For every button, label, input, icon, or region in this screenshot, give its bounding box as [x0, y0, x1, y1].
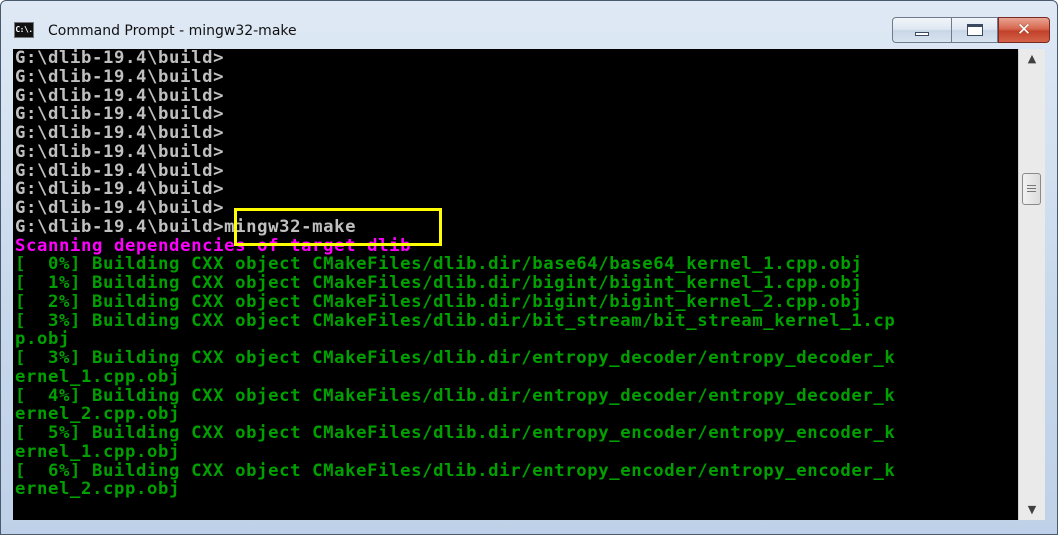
close-button[interactable]: ✕ — [998, 17, 1050, 43]
console-line: [ 0%] Building CXX object CMakeFiles/dli… — [15, 254, 863, 275]
console-line: [ 2%] Building CXX object CMakeFiles/dli… — [15, 291, 863, 312]
minimize-button[interactable] — [892, 17, 952, 43]
console-line: ernel_1.cpp.obj — [15, 441, 181, 462]
console-line: ernel_2.cpp.obj — [15, 479, 181, 500]
thumb-grip-line — [1027, 188, 1036, 189]
window-title: Command Prompt - mingw32-make — [48, 23, 297, 39]
console-line: ernel_2.cpp.obj — [15, 404, 181, 425]
console-line: [ 4%] Building CXX object CMakeFiles/dli… — [15, 385, 896, 406]
scrollbar-thumb[interactable] — [1022, 173, 1041, 205]
window-bottom-frame — [1, 520, 1057, 534]
console-line: [ 3%] Building CXX object CMakeFiles/dli… — [15, 348, 896, 368]
console-line: G:\dlib-19.4\build> — [15, 49, 225, 68]
console-line: [ 1%] Building CXX object CMakeFiles/dli… — [15, 273, 863, 293]
console-line: G:\dlib-19.4\build> — [15, 85, 225, 106]
console-app-icon[interactable]: C:\. — [14, 22, 34, 38]
thumb-grip-line — [1027, 185, 1036, 186]
console-output[interactable]: G:\dlib-19.4\build> G:\dlib-19.4\build> G:… — [13, 49, 1018, 520]
vertical-scrollbar[interactable]: ▲ ▼ — [1018, 49, 1045, 520]
console-lines: G:\dlib-19.4\build> G:\dlib-19.4\build> G:… — [15, 49, 1018, 499]
console-line: p.obj — [15, 329, 71, 350]
thumb-grip-line — [1027, 191, 1036, 192]
console-line: G:\dlib-19.4\build> — [15, 123, 225, 143]
close-icon: ✕ — [1016, 19, 1032, 40]
scroll-up-arrow-icon[interactable]: ▲ — [1019, 49, 1045, 69]
console-line: G:\dlib-19.4\build> — [15, 160, 225, 181]
console-line: ernel_1.cpp.obj — [15, 366, 181, 387]
console-line: G:\dlib-19.4\build> — [15, 66, 225, 87]
console-line: [ 5%] Building CXX object CMakeFiles/dli… — [15, 423, 896, 443]
console-line: G:\dlib-19.4\build>mingw32-make — [15, 216, 357, 237]
title-bar[interactable]: C:\. Command Prompt - mingw32-make ✕ — [1, 1, 1057, 49]
console-line: G:\dlib-19.4\build> — [15, 141, 225, 162]
scroll-down-arrow-icon[interactable]: ▼ — [1019, 500, 1045, 520]
maximize-button[interactable] — [952, 17, 998, 43]
maximize-icon — [966, 24, 983, 36]
console-line: G:\dlib-19.4\build> — [15, 179, 225, 200]
console-line: [ 3%] Building CXX object CMakeFiles/dli… — [15, 310, 896, 331]
console-line: [ 6%] Building CXX object CMakeFiles/dli… — [15, 460, 896, 481]
caption-buttons: ✕ — [892, 17, 1050, 43]
command-prompt-window: C:\. Command Prompt - mingw32-make ✕ G:\… — [0, 0, 1058, 535]
console-line: G:\dlib-19.4\build> — [15, 104, 225, 125]
minimize-icon — [915, 32, 929, 36]
console-line: G:\dlib-19.4\build> — [15, 198, 225, 218]
console-line: Scanning dependencies of target dlib — [15, 235, 412, 256]
